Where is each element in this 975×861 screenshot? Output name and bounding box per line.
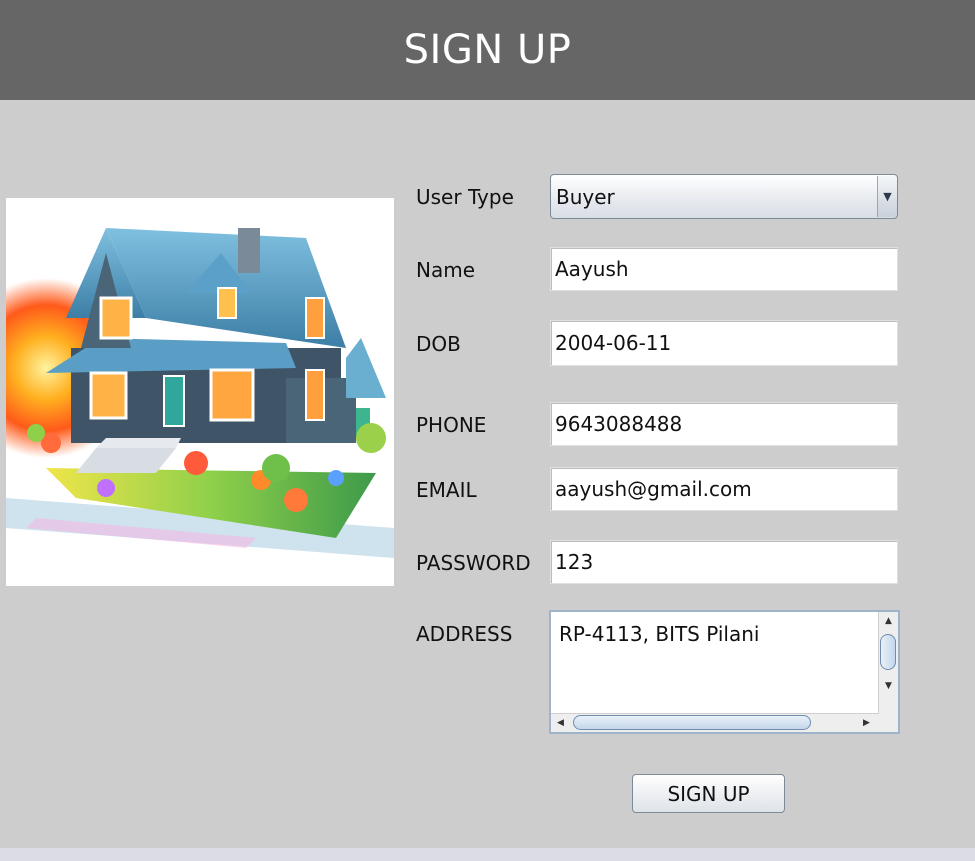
scroll-down-arrow-icon[interactable]: ▼ [880, 678, 897, 694]
scroll-up-arrow-icon[interactable]: ▲ [880, 613, 897, 629]
scroll-right-arrow-icon[interactable]: ▶ [858, 715, 875, 731]
address-textarea[interactable]: RP-4113, BITS Pilani ▲ ▼ ◀ ▶ [549, 610, 900, 734]
horizontal-scrollbar[interactable]: ◀ ▶ [551, 713, 879, 732]
user-type-label: User Type [416, 185, 514, 209]
password-field[interactable]: 123 [550, 540, 898, 584]
phone-label: PHONE [416, 413, 487, 437]
name-label: Name [416, 258, 476, 282]
address-value: RP-4113, BITS Pilani [559, 622, 760, 646]
dob-label: DOB [416, 332, 461, 356]
email-label: EMAIL [416, 478, 477, 502]
page-title: SIGN UP [403, 27, 572, 73]
user-type-value: Buyer [556, 184, 615, 209]
house-illustration [6, 198, 394, 586]
vertical-scroll-thumb[interactable] [880, 634, 896, 670]
scroll-corner [879, 714, 898, 732]
horizontal-scroll-thumb[interactable] [573, 715, 811, 730]
scroll-left-arrow-icon[interactable]: ◀ [552, 715, 569, 731]
chevron-down-icon[interactable]: ▼ [877, 176, 897, 217]
window-bottom-edge [0, 848, 975, 861]
address-label: ADDRESS [416, 622, 513, 646]
email-field[interactable]: aayush@gmail.com [550, 467, 898, 511]
phone-field[interactable]: 9643088488 [550, 402, 898, 446]
vertical-scrollbar[interactable]: ▲ ▼ [878, 612, 898, 714]
sign-up-button[interactable]: SIGN UP [632, 774, 785, 813]
user-type-dropdown[interactable]: Buyer ▼ [550, 174, 898, 219]
name-field[interactable]: Aayush [550, 247, 898, 291]
title-bar: SIGN UP [0, 0, 975, 100]
dob-field[interactable]: 2004-06-11 [550, 320, 898, 366]
password-label: PASSWORD [416, 551, 531, 575]
